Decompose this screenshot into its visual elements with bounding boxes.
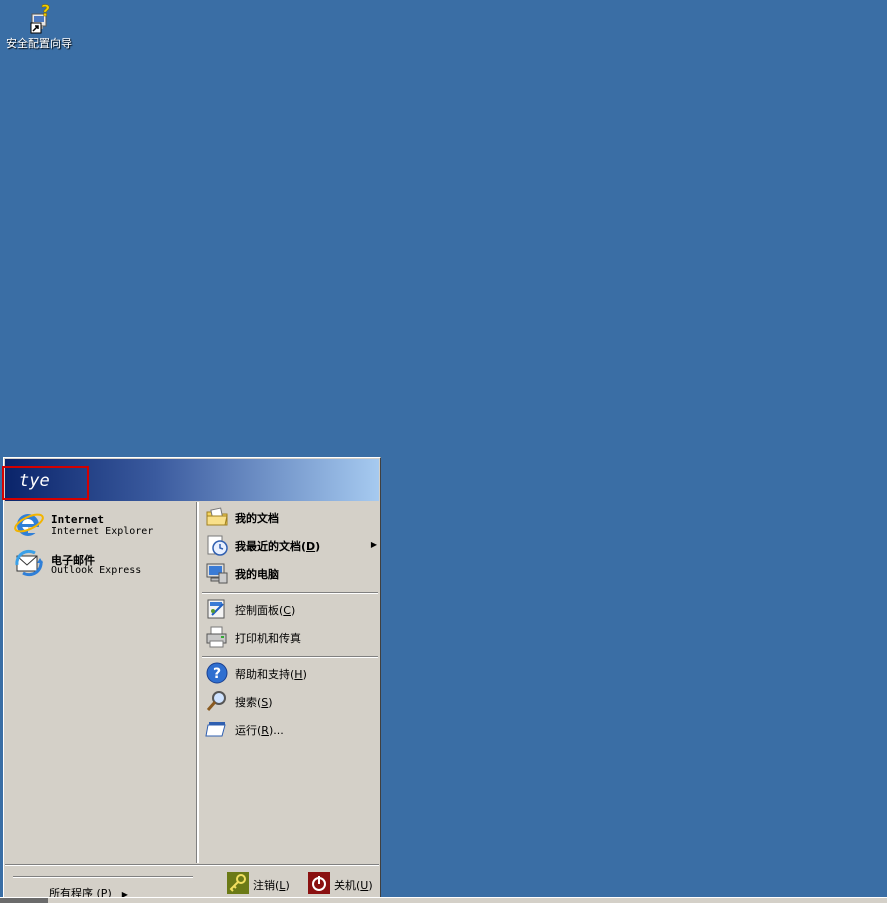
my-documents-label: 我的文档 (235, 512, 279, 525)
start-menu-footer: 注销(L) 关机(U) (5, 864, 379, 898)
shutdown-label: 关机(U) (334, 879, 373, 892)
menu-separator (202, 656, 378, 658)
printer-icon (205, 625, 229, 649)
pinned-item-subtitle: Internet Explorer (51, 526, 154, 537)
security-wizard-icon: ? (23, 1, 55, 34)
run-icon (205, 717, 229, 741)
desktop-icon-security-wizard[interactable]: ? 安全配置向导 (0, 1, 78, 51)
pinned-item-subtitle: Outlook Express (51, 565, 142, 576)
my-documents-item[interactable]: 我的文档 (205, 504, 379, 530)
pinned-internet-explorer[interactable]: Internet Internet Explorer (11, 506, 193, 544)
svg-text:?: ? (213, 666, 221, 682)
logoff-button[interactable]: 注销(L) (227, 872, 299, 894)
help-support-label: 帮助和支持(H) (235, 668, 307, 681)
desktop-icon-label: 安全配置向导 (6, 37, 72, 50)
search-item[interactable]: 搜索(S) (205, 688, 379, 714)
recent-documents-label: 我最近的文档(D) (235, 540, 321, 553)
help-support-item[interactable]: ? 帮助和支持(H) (205, 660, 379, 686)
start-menu: tye Internet Internet Explorer 电子邮件 Outl… (2, 457, 382, 900)
menu-separator (202, 592, 378, 594)
my-computer-icon (205, 561, 229, 585)
internet-explorer-icon (13, 508, 45, 540)
control-panel-icon (205, 597, 229, 621)
shutdown-button[interactable]: 关机(U) (308, 872, 380, 894)
user-highlight-box (2, 466, 89, 500)
my-computer-label: 我的电脑 (235, 568, 279, 581)
printers-faxes-label: 打印机和传真 (235, 632, 301, 645)
folder-documents-icon (205, 505, 229, 529)
svg-text:?: ? (41, 2, 50, 20)
key-icon (227, 872, 249, 894)
printers-faxes-item[interactable]: 打印机和传真 (205, 624, 379, 650)
power-icon (308, 872, 330, 894)
run-label: 运行(R)... (235, 724, 284, 737)
taskbar (0, 897, 887, 903)
logoff-label: 注销(L) (253, 879, 290, 892)
search-icon (205, 689, 229, 713)
recent-documents-item[interactable]: 我最近的文档(D) ▶ (205, 532, 379, 558)
help-icon: ? (205, 661, 229, 685)
start-menu-header: tye (2, 459, 379, 501)
recent-documents-icon (205, 533, 229, 557)
my-computer-item[interactable]: 我的电脑 (205, 560, 379, 586)
pinned-item-title: Internet (51, 513, 104, 526)
run-item[interactable]: 运行(R)... (205, 716, 379, 742)
control-panel-label: 控制面板(C) (235, 604, 296, 617)
start-button[interactable] (0, 898, 48, 903)
triangle-right-icon: ▶ (370, 540, 377, 549)
search-label: 搜索(S) (235, 696, 273, 709)
start-menu-left-pane: Internet Internet Explorer 电子邮件 Outlook … (5, 502, 196, 900)
control-panel-item[interactable]: 控制面板(C) (205, 596, 379, 622)
outlook-express-icon (13, 547, 45, 579)
pinned-outlook-express[interactable]: 电子邮件 Outlook Express (11, 545, 193, 583)
start-menu-right-pane: 我的文档 我最近的文档(D) ▶ 我的电脑 控制面板(C) 打印机和传真 ? 帮… (197, 502, 382, 863)
